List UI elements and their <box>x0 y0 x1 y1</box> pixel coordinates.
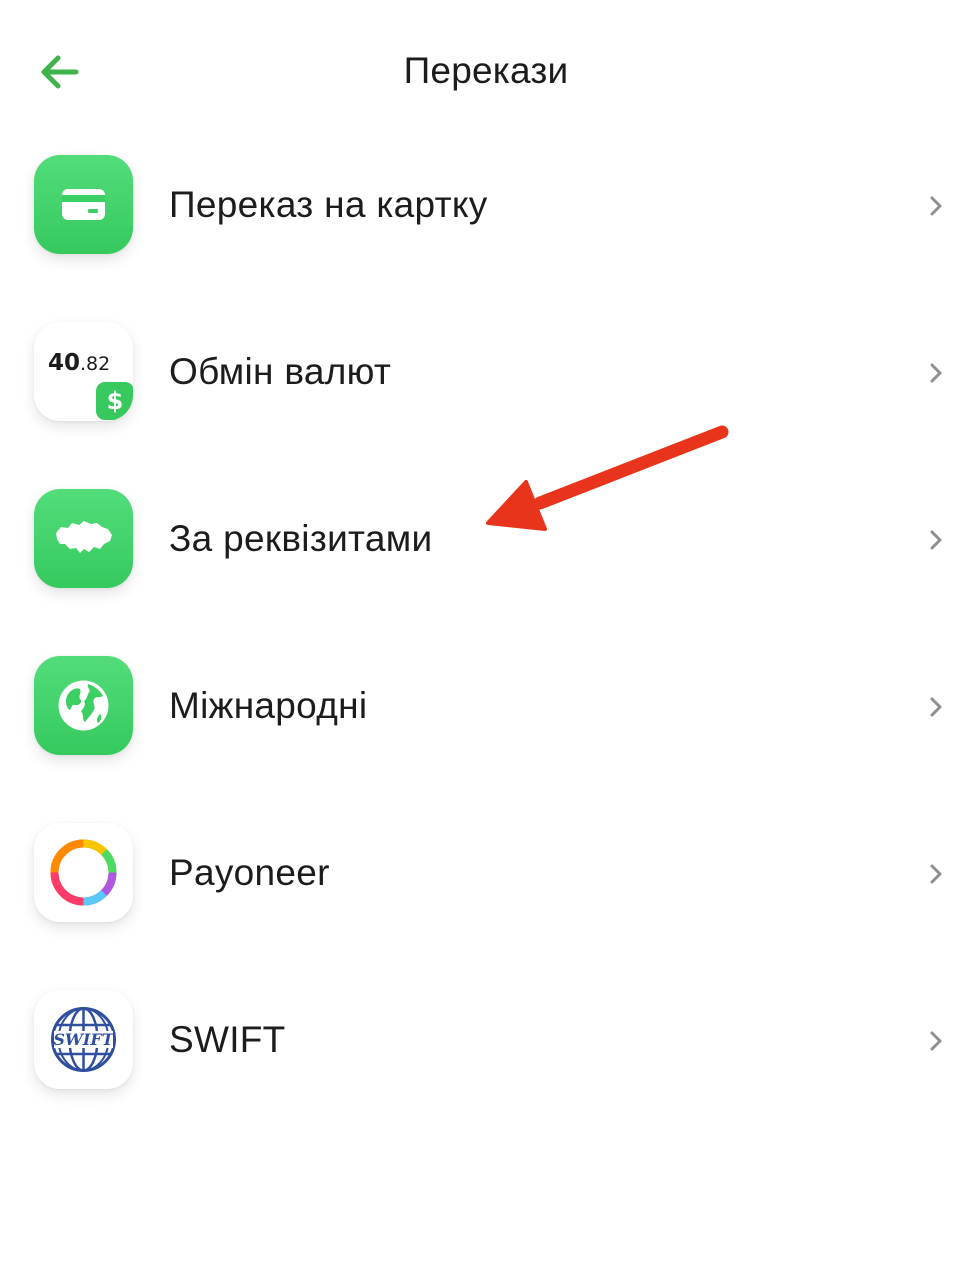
transfer-to-card-item[interactable]: Переказ на картку <box>0 122 972 289</box>
swift-globe-icon: SWIFT <box>34 990 133 1089</box>
chevron-right-icon <box>930 697 942 717</box>
chevron-right-icon <box>930 363 942 383</box>
transfer-options-list: Переказ на картку 40.82 $ Обмін валют За… <box>0 122 972 1124</box>
swift-item[interactable]: SWIFT SWIFT <box>0 957 972 1124</box>
international-item[interactable]: Міжнародні <box>0 623 972 790</box>
chevron-right-icon <box>930 864 942 884</box>
by-requisites-label: За реквізитами <box>169 518 433 559</box>
chevron-right-icon <box>930 196 942 216</box>
by-requisites-item[interactable]: За реквізитами <box>0 456 972 623</box>
payoneer-ring-icon <box>34 823 133 922</box>
currency-exchange-label: Обмін валют <box>169 351 392 392</box>
international-label: Міжнародні <box>169 685 368 726</box>
chevron-right-icon <box>930 530 942 550</box>
ukraine-map-icon <box>34 489 133 588</box>
swift-label: SWIFT <box>169 1019 286 1060</box>
transfer-to-card-label: Переказ на картку <box>169 184 488 225</box>
dollar-badge: $ <box>96 382 133 420</box>
currency-exchange-item[interactable]: 40.82 $ Обмін валют <box>0 289 972 456</box>
payoneer-item[interactable]: Payoneer <box>0 790 972 957</box>
chevron-right-icon <box>930 1031 942 1051</box>
currency-exchange-icon: 40.82 $ <box>34 322 133 421</box>
page-title: Перекази <box>403 50 569 91</box>
card-icon <box>34 155 133 254</box>
swift-logo-text: SWIFT <box>53 1030 114 1049</box>
globe-icon <box>34 656 133 755</box>
exchange-rate-text: 40.82 <box>48 350 111 376</box>
header: Перекази <box>0 0 972 140</box>
payoneer-label: Payoneer <box>169 852 330 893</box>
